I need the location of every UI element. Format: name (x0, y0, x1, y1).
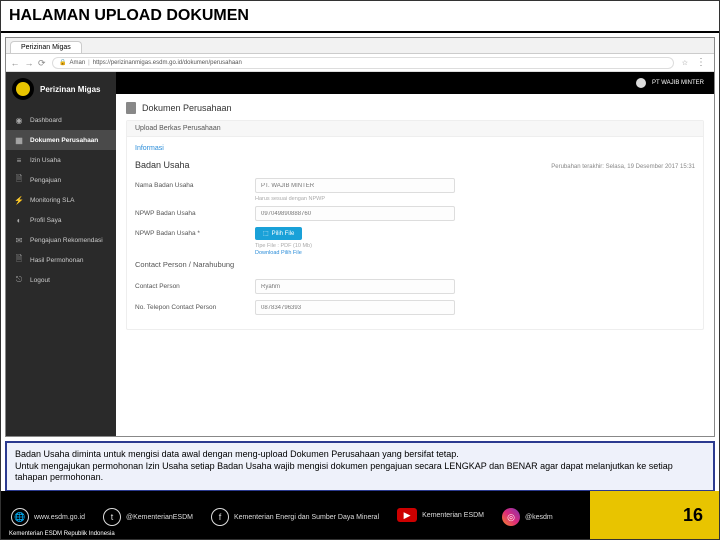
footer-link-3[interactable]: ▶ Kementerian ESDM (397, 508, 484, 522)
lock-icon: 🔒 (59, 59, 66, 66)
input-phone[interactable] (255, 300, 455, 315)
footer-link-label: @KementerianESDM (126, 514, 193, 521)
user-label: PT WAJIB MINTER (652, 80, 704, 86)
sidebar-item-6[interactable]: ✉ Pengajuan Rekomendasi (6, 230, 116, 250)
forward-icon[interactable]: → (24, 58, 34, 68)
sidebar-item-3[interactable]: 🗎 Pengajuan (6, 170, 116, 190)
hint-nama: Harus sesuai dengan NPWP (255, 196, 695, 202)
label-phone: No. Telepon Contact Person (135, 304, 255, 311)
upload-icon: ⬚ (263, 230, 269, 237)
brand-logo-icon (12, 78, 34, 100)
social-icon: ▶ (397, 508, 417, 522)
ministry-label: Kementerian ESDM Republik Indonesia (9, 531, 115, 537)
sidebar-item-label: Dashboard (30, 117, 62, 124)
sidebar-item-label: Pengajuan Rekomendasi (30, 237, 103, 244)
browser-menu-icon[interactable]: ⋮ (692, 57, 710, 68)
input-contact-person[interactable] (255, 279, 455, 294)
footer-link-label: Kementerian Energi dan Sumber Daya Miner… (234, 514, 379, 521)
footer-link-1[interactable]: t @KementerianESDM (103, 508, 193, 526)
slide-footer: 🌐 www.esdm.go.id t @KementerianESDM f Kemente… (1, 491, 719, 539)
sidebar-item-label: Dokumen Perusahaan (30, 137, 98, 144)
info-link[interactable]: Informasi (135, 145, 164, 152)
browser-address-bar: ← → ⟳ 🔒 Aman | https://perizinanmigas.es… (6, 54, 714, 72)
instruction-note: Badan Usaha diminta untuk mengisi data a… (5, 441, 715, 492)
browser-tab[interactable]: Perizinan Migas (10, 41, 82, 53)
input-nama[interactable] (255, 178, 455, 193)
sidebar-item-0[interactable]: ◉ Dashboard (6, 110, 116, 130)
social-icon: 🌐 (11, 508, 29, 526)
download-file-link[interactable]: Download Pilih File (255, 250, 695, 256)
url-field[interactable]: 🔒 Aman | https://perizinanmigas.esdm.go.… (52, 57, 674, 69)
nav-icon: 🗎 (14, 175, 24, 185)
sidebar-item-label: Monitoring SLA (30, 197, 74, 204)
note-line1: Badan Usaha diminta untuk mengisi data a… (15, 449, 705, 461)
sidebar-item-2[interactable]: ≡ Izin Usaha (6, 150, 116, 170)
sidebar-item-label: Logout (30, 277, 50, 284)
label-npwp: NPWP Badan Usaha (135, 210, 255, 217)
page-title: Dokumen Perusahaan (142, 103, 232, 113)
social-icon: ◎ (502, 508, 520, 526)
footer-link-label: @kesdm (525, 514, 553, 521)
page-number: 16 (683, 505, 703, 526)
sidebar-item-8[interactable]: ⎋ Logout (6, 270, 116, 290)
brand: Perizinan Migas (6, 72, 116, 106)
avatar-icon[interactable] (636, 78, 646, 88)
nav-icon: ⚡ (14, 195, 24, 205)
sidebar: Perizinan Migas ◉ Dashboard ▦ Dokumen Perus… (6, 72, 116, 437)
subsection-heading: Contact Person / Narahubung (135, 260, 695, 269)
social-icon: f (211, 508, 229, 526)
card-title: Upload Berkas Perusahaan (135, 125, 221, 132)
nav-icon: ✉ (14, 235, 24, 245)
sidebar-item-label: Profil Saya (30, 217, 61, 224)
footer-link-label: www.esdm.go.id (34, 514, 85, 521)
footer-link-2[interactable]: f Kementerian Energi dan Sumber Daya Mine… (211, 508, 379, 526)
social-icon: t (103, 508, 121, 526)
input-npwp[interactable] (255, 206, 455, 221)
topbar: PT WAJIB MINTER (116, 72, 714, 94)
sidebar-item-label: Izin Usaha (30, 157, 61, 164)
browser-tabbar: Perizinan Migas (6, 38, 714, 54)
footer-link-0[interactable]: 🌐 www.esdm.go.id (11, 508, 85, 526)
nav-icon: ▦ (14, 135, 24, 145)
nav-icon: 🗎 (14, 255, 24, 265)
sidebar-item-label: Hasil Permohonan (30, 257, 83, 264)
footer-link-4[interactable]: ◎ @kesdm (502, 508, 553, 526)
hint-file-type: Tipe File : PDF (10 Mb) (255, 243, 695, 249)
choose-file-button[interactable]: ⬚ Pilih File (255, 227, 302, 240)
bookmark-icon[interactable]: ☆ (682, 59, 688, 67)
url-text: https://perizinanmigas.esdm.go.id/dokume… (93, 60, 242, 66)
sidebar-item-label: Pengajuan (30, 177, 61, 184)
nav-icon: ⎋ (14, 275, 24, 285)
reload-icon[interactable]: ⟳ (38, 58, 48, 68)
sidebar-item-7[interactable]: 🗎 Hasil Permohonan (6, 250, 116, 270)
browser-window: Perizinan Migas ← → ⟳ 🔒 Aman | https://p… (5, 37, 715, 437)
footer-link-label: Kementerian ESDM (422, 512, 484, 519)
nav-icon: ◐ (14, 215, 24, 225)
slide-title: HALAMAN UPLOAD DOKUMEN (1, 1, 719, 33)
sidebar-item-1[interactable]: ▦ Dokumen Perusahaan (6, 130, 116, 150)
back-icon[interactable]: ← (10, 58, 20, 68)
last-update: Perubahan terakhir: Selasa, 19 Desember … (551, 164, 695, 170)
nav-icon: ◉ (14, 115, 24, 125)
secure-label: Aman (69, 60, 85, 66)
label-nama: Nama Badan Usaha (135, 182, 255, 189)
note-line2: Untuk mengajukan permohonan Izin Usaha s… (15, 461, 705, 484)
label-npwp-file: NPWP Badan Usaha * (135, 230, 255, 237)
document-icon (126, 102, 136, 114)
sidebar-item-4[interactable]: ⚡ Monitoring SLA (6, 190, 116, 210)
label-contact-person: Contact Person (135, 283, 255, 290)
upload-card: Upload Berkas Perusahaan Informasi Badan… (126, 120, 704, 330)
section-heading: Badan Usaha (135, 160, 190, 170)
brand-text: Perizinan Migas (40, 85, 100, 94)
sidebar-item-5[interactable]: ◐ Profil Saya (6, 210, 116, 230)
nav-icon: ≡ (14, 155, 24, 165)
